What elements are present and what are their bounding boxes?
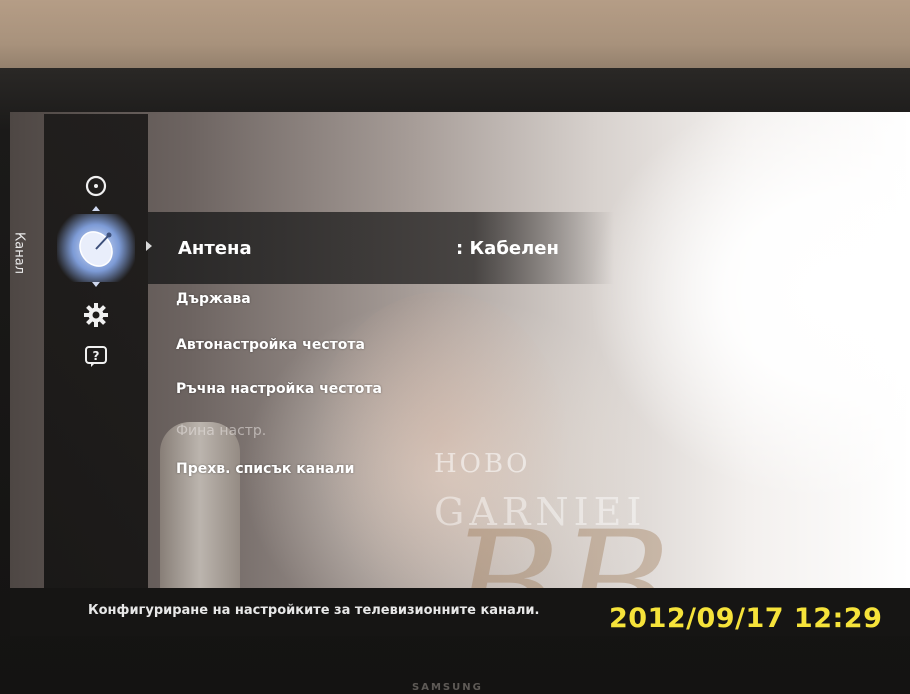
ad-text-new: НОВО [434, 449, 531, 479]
svg-text:?: ? [93, 349, 100, 363]
tv-brand-logo: SAMSUNG [412, 682, 483, 693]
help-icon[interactable]: ? [83, 343, 109, 369]
menu-item-fine-tune: Фина настр. [176, 423, 267, 439]
antenna-value: : Кабелен [456, 238, 559, 259]
category-icon-column: ? [44, 114, 148, 590]
menu-item-country[interactable]: Държава [176, 291, 251, 307]
menu-item-transfer-channel-list[interactable]: Прехв. списък канали [176, 461, 354, 477]
chevron-up-icon [92, 206, 100, 211]
camera-timestamp: 2012/09/17 12:29 [609, 603, 883, 634]
menu-item-manual-tuning[interactable]: Ръчна настройка честота [176, 381, 382, 397]
antenna-label[interactable]: Антена [178, 238, 252, 259]
menu-item-auto-tuning[interactable]: Автонастройка честота [176, 337, 365, 353]
section-label: Канал [6, 218, 32, 288]
ad-product-tube-image [160, 422, 240, 590]
section-label-text: Канал [11, 232, 27, 274]
satellite-dish-icon[interactable] [57, 214, 135, 282]
ad-text-bb: BB [450, 500, 671, 590]
chevron-down-icon [92, 282, 100, 287]
chevron-right-icon [146, 241, 152, 251]
gear-icon[interactable] [83, 302, 109, 328]
clock-icon[interactable] [84, 174, 108, 198]
help-text: Конфигуриране на настройките за телевизи… [88, 603, 540, 618]
